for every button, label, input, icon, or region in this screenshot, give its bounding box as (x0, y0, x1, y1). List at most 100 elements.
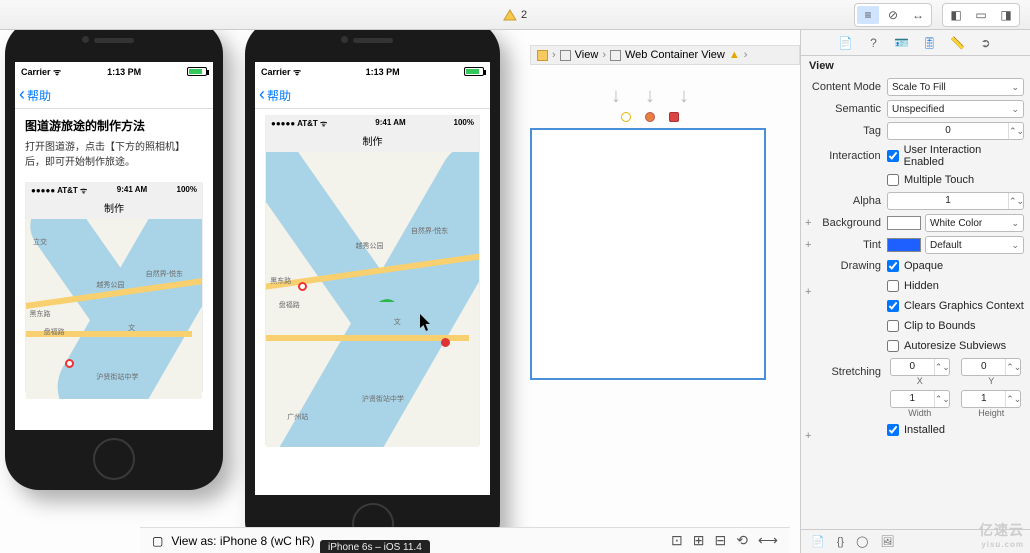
interface-builder-canvas[interactable]: Carrier ᯤ 1:13 PM 帮助 图道游旅途的制作方法 打开图道游，点击… (0, 30, 800, 553)
phone1-screen: Carrier ᯤ 1:13 PM 帮助 图道游旅途的制作方法 打开图道游，点击… (15, 62, 213, 430)
view-icon (560, 50, 571, 61)
canvas-tools: ⊡ ⊞ ⊟ ⟲ ⟷ (671, 532, 778, 549)
file-inspector-icon[interactable]: 📄 (838, 35, 854, 51)
tint-swatch[interactable] (887, 238, 921, 252)
alpha-stepper[interactable]: 1⌃⌄ (887, 192, 1024, 210)
field-label: Background (801, 217, 887, 229)
view-as-label[interactable]: View as: iPhone 8 (wC hR) (171, 534, 314, 548)
embedded-screenshot: ●●●●● AT&T ᯤ 9:41 AM 100% 制作 越秀公园 自然界-悦东… (25, 182, 203, 392)
user-interaction-checkbox[interactable]: User Interaction Enabled (887, 144, 1024, 168)
warning-icon[interactable]: ▲ (729, 49, 740, 61)
device-configuration-bar[interactable]: ▢ View as: iPhone 8 (wC hR) iPhone 6s – … (140, 527, 790, 553)
assistant-editor-icon[interactable]: ⊘ (882, 6, 904, 24)
left-panel-icon[interactable]: ◧ (945, 6, 967, 24)
attributes-inspector-icon[interactable]: 🎚 (922, 35, 938, 51)
inner-battery: 100% (454, 118, 474, 129)
selected-view-outline[interactable] (530, 128, 766, 380)
background-swatch[interactable] (887, 216, 921, 230)
breadcrumb-item[interactable]: View (575, 49, 599, 61)
multiple-touch-checkbox[interactable]: Multiple Touch (887, 174, 974, 186)
background-select[interactable]: White Color (925, 214, 1024, 232)
embed-icon[interactable]: ⊡ (671, 532, 683, 549)
tint-row: Tint Default (801, 234, 1030, 256)
semantic-select[interactable]: Unspecified (887, 100, 1024, 118)
map-preview: 越秀公园 自然界-悦东 盘福路 文 沪贤街站中学 黑东路 立交 (26, 219, 202, 399)
panel-toggle-segment[interactable]: ◧ ▭ ◨ (942, 3, 1020, 27)
align-icon[interactable]: ⊞ (693, 532, 705, 549)
scene-dock-item[interactable] (621, 112, 631, 122)
jump-bar[interactable]: › View › Web Container View ▲ › (530, 45, 800, 65)
inner-carrier: ●●●●● AT&T ᯤ (31, 185, 87, 196)
inner-status: ●●●●● AT&T ᯤ 9:41 AM 100% (266, 116, 479, 131)
resolve-icon[interactable]: ⟲ (736, 532, 748, 549)
map-pin-icon (441, 338, 450, 347)
content-mode-row: Content Mode Scale To Fill (801, 76, 1030, 98)
scene-dock[interactable] (530, 112, 770, 122)
status-bar: Carrier ᯤ 1:13 PM (255, 62, 490, 81)
media-library-icon[interactable]: 🖼 (880, 535, 894, 548)
device-popover[interactable]: iPhone 6s – iOS 11.4 (320, 540, 430, 553)
tint-select[interactable]: Default (925, 236, 1024, 254)
phone2-screen: Carrier ᯤ 1:13 PM 帮助 ●●●●● AT&T ᯤ 9:41 A… (255, 62, 490, 495)
opaque-checkbox[interactable]: Opaque (887, 260, 943, 272)
embedded-screenshot: ●●●●● AT&T ᯤ 9:41 AM 100% 制作 越秀公园 自然界-悦东… (265, 115, 480, 445)
content-mode-select[interactable]: Scale To Fill (887, 78, 1024, 96)
field-label: Interaction (801, 150, 887, 162)
identity-inspector-icon[interactable]: 🪪 (894, 35, 910, 51)
route-path (266, 152, 479, 302)
clip-bounds-checkbox[interactable]: Clip to Bounds (887, 320, 976, 332)
chevron-right-icon: › (552, 49, 556, 61)
inspector-tab-bar[interactable]: 📄 ? 🪪 🎚 📏 ➲ (801, 30, 1030, 56)
back-button[interactable]: 帮助 (19, 84, 51, 105)
segue-arrows: ↓↓↓ (530, 85, 770, 108)
quickhelp-inspector-icon[interactable]: ? (866, 35, 882, 51)
size-inspector-icon[interactable]: 📏 (950, 35, 966, 51)
object-library-icon[interactable]: ◯ (856, 535, 868, 548)
simulator-iphone-small: Carrier ᯤ 1:13 PM 帮助 图道游旅途的制作方法 打开图道游，点击… (5, 30, 223, 490)
battery-icon (464, 67, 484, 76)
clears-context-checkbox[interactable]: Clears Graphics Context (887, 300, 1024, 312)
stack-icon[interactable]: ⟷ (758, 532, 778, 549)
right-panel-icon[interactable]: ◨ (995, 6, 1017, 24)
inner-time: 9:41 AM (375, 118, 405, 129)
back-button[interactable]: 帮助 (259, 84, 291, 105)
editor-mode-segment[interactable]: ≡ ⊘ ↔ (854, 3, 932, 27)
phone-camera (82, 36, 89, 43)
status-bar: Carrier ᯤ 1:13 PM (15, 62, 213, 81)
stretch-h-stepper[interactable]: 1⌃⌄ (961, 390, 1021, 408)
stretch-w-stepper[interactable]: 1⌃⌄ (890, 390, 950, 408)
pin-icon[interactable]: ⊟ (714, 532, 726, 549)
editor-toolbar: 2 ≡ ⊘ ↔ ◧ ▭ ◨ (0, 0, 1030, 30)
chevron-right-icon: › (744, 49, 748, 61)
breadcrumb-item[interactable]: Web Container View (625, 49, 725, 61)
field-label: Tint (801, 239, 887, 251)
inner-carrier: ●●●●● AT&T ᯤ (271, 118, 327, 129)
map-preview: 越秀公园 自然界-悦东 盘福路 文 沪贤街站中学 黑东路 广州站 (266, 152, 479, 447)
tag-stepper[interactable]: 0⌃⌄ (887, 122, 1024, 140)
field-label: Semantic (801, 103, 887, 115)
article-title: 图道游旅途的制作方法 (25, 117, 203, 134)
stretch-y-stepper[interactable]: 0⌃⌄ (961, 358, 1021, 376)
standard-editor-icon[interactable]: ≡ (857, 6, 879, 24)
stretch-x-stepper[interactable]: 0⌃⌄ (890, 358, 950, 376)
installed-checkbox[interactable]: Installed (887, 424, 945, 436)
code-snippet-library-icon[interactable]: {} (837, 536, 844, 548)
device-outline-icon[interactable]: ▢ (152, 534, 163, 548)
field-label: Content Mode (801, 81, 887, 93)
view-icon (610, 50, 621, 61)
scene-dock-item[interactable] (669, 112, 679, 122)
hidden-checkbox[interactable]: Hidden (887, 280, 939, 292)
connections-inspector-icon[interactable]: ➲ (978, 35, 994, 51)
scene-dock-item[interactable] (645, 112, 655, 122)
tag-row: Tag 0⌃⌄ (801, 120, 1030, 142)
issue-indicator[interactable]: 2 (503, 9, 527, 21)
status-time: 1:13 PM (107, 67, 141, 77)
file-template-library-icon[interactable]: 📄 (811, 535, 825, 548)
status-carrier: Carrier ᯤ (261, 65, 301, 78)
warning-icon (503, 9, 517, 21)
chevron-right-icon: › (602, 49, 606, 61)
bottom-panel-icon[interactable]: ▭ (970, 6, 992, 24)
version-editor-icon[interactable]: ↔ (907, 6, 929, 24)
autoresize-checkbox[interactable]: Autoresize Subviews (887, 340, 1006, 352)
home-button[interactable] (93, 438, 135, 480)
